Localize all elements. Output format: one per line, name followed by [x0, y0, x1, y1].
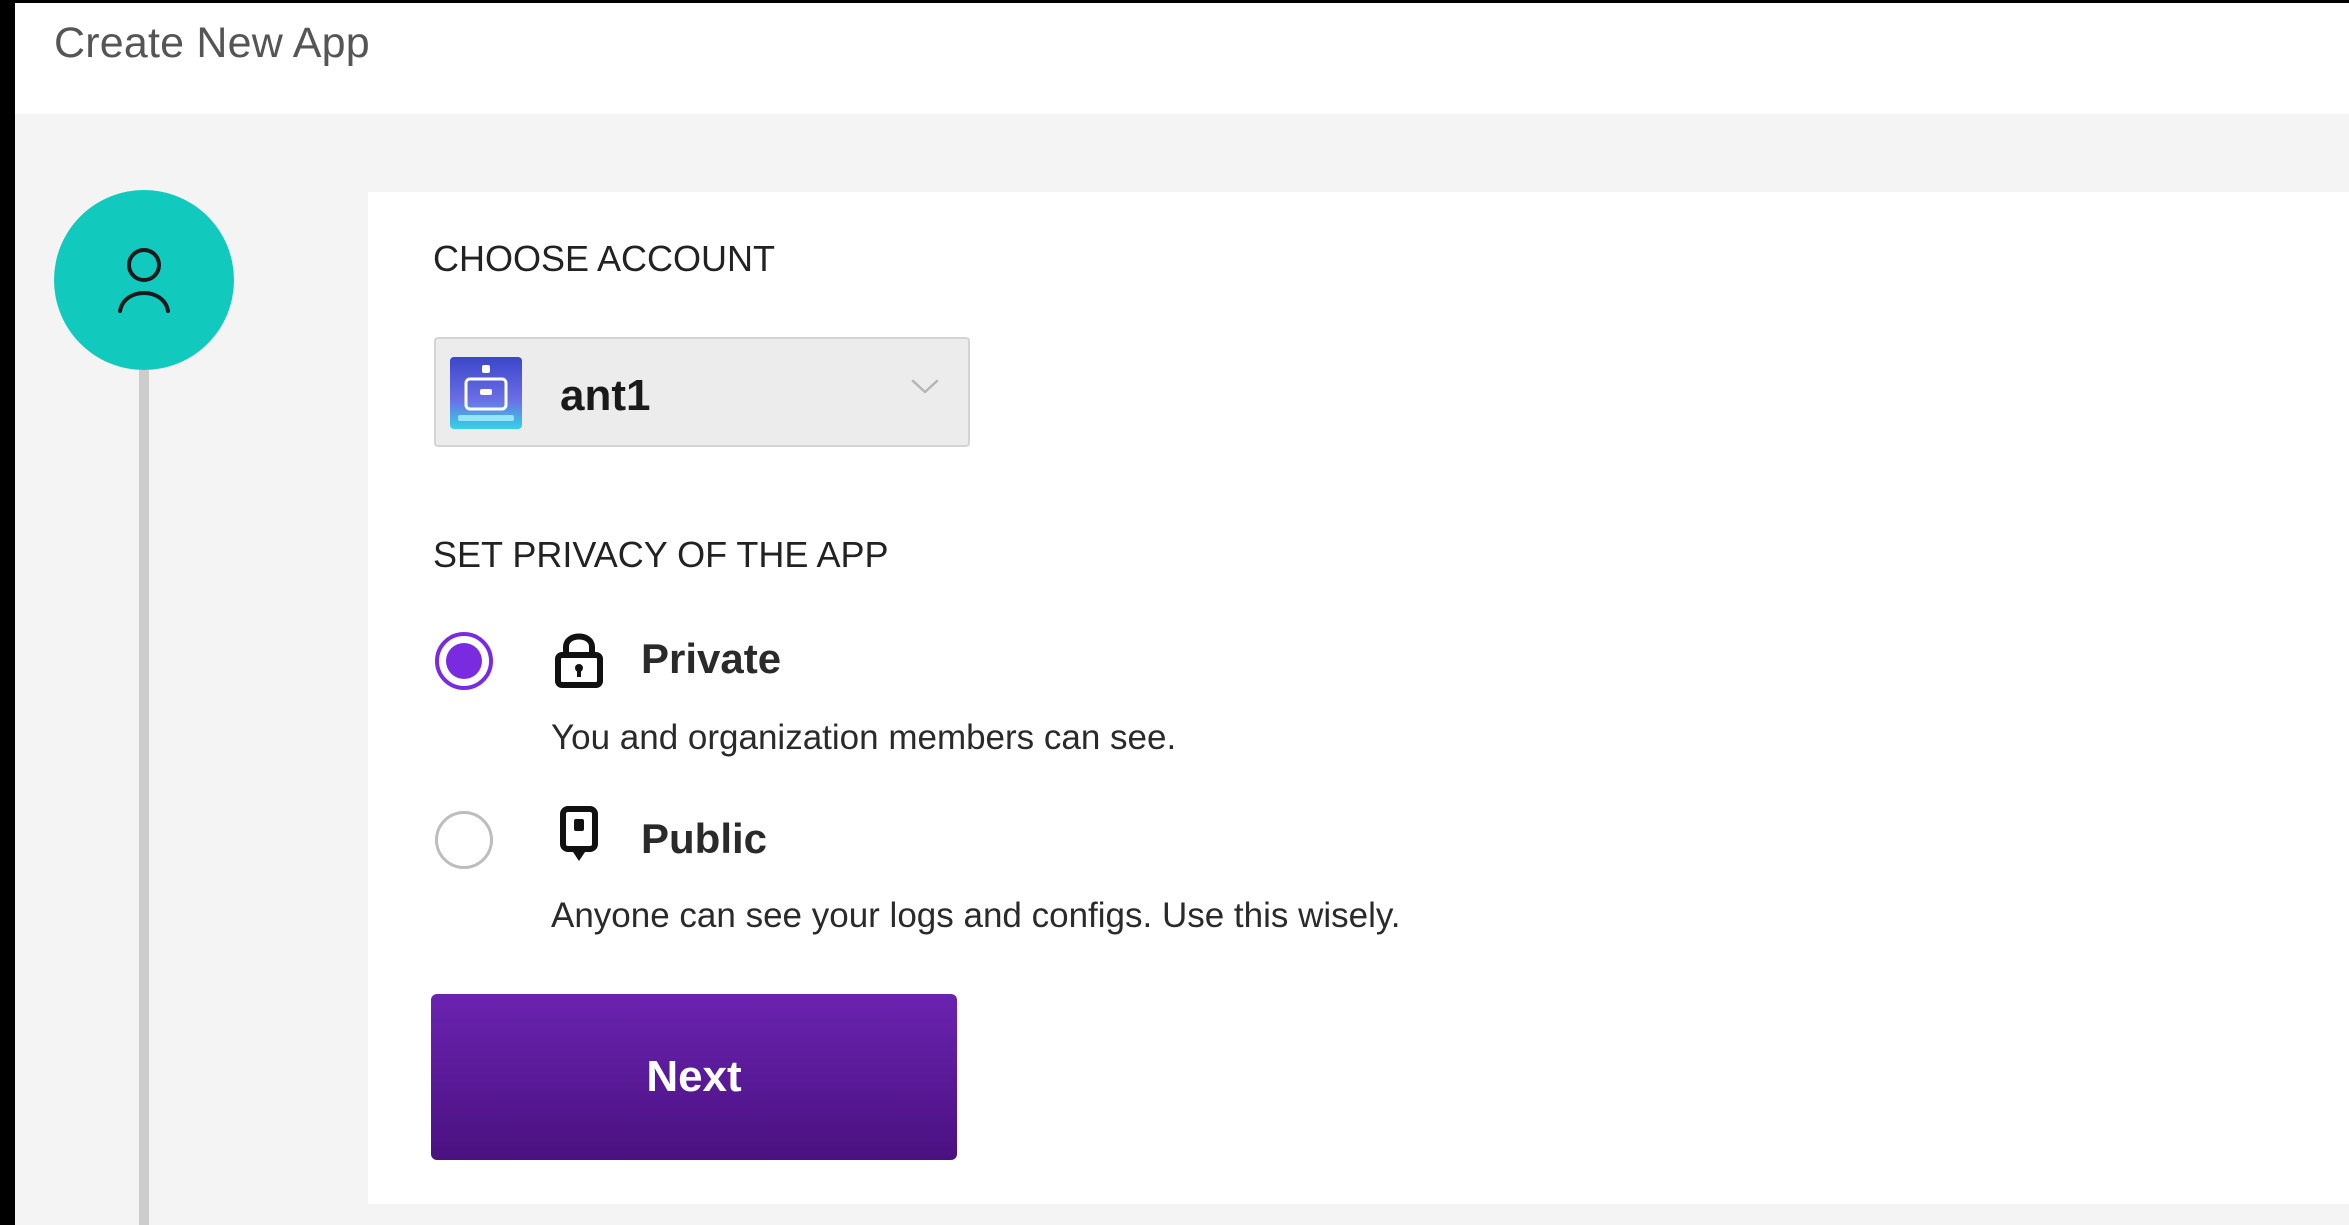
public-option-description: Anyone can see your logs and configs. Us…	[551, 896, 1401, 935]
lock-icon	[555, 633, 603, 688]
next-button[interactable]: Next	[431, 994, 957, 1160]
public-option-title: Public	[641, 815, 768, 862]
page-title: Create New App	[54, 19, 370, 67]
account-select[interactable]: ant1	[434, 337, 970, 447]
create-app-form-card: CHOOSE ACCOUNT ant1 SET PRIVACY OF THE A…	[368, 192, 2349, 1204]
user-icon	[118, 248, 170, 313]
public-tag-icon	[560, 806, 598, 861]
private-option-description: You and organization members can see.	[551, 718, 1177, 757]
private-option-title: Private	[641, 635, 782, 682]
choose-account-label: CHOOSE ACCOUNT	[433, 238, 776, 279]
page-header: Create New App	[15, 3, 2349, 114]
robot-avatar-icon	[450, 357, 522, 429]
public-radio[interactable]	[435, 811, 493, 869]
app-frame: Create New App CHOOSE ACCOUNT ant1 SET P…	[15, 3, 2349, 1225]
private-radio[interactable]	[435, 632, 493, 690]
account-select-value: ant1	[560, 371, 651, 420]
privacy-section-label: SET PRIVACY OF THE APP	[433, 534, 889, 575]
chevron-down-icon	[911, 379, 939, 394]
stepper-connector-line	[139, 370, 149, 1225]
step-indicator-account	[54, 190, 234, 370]
